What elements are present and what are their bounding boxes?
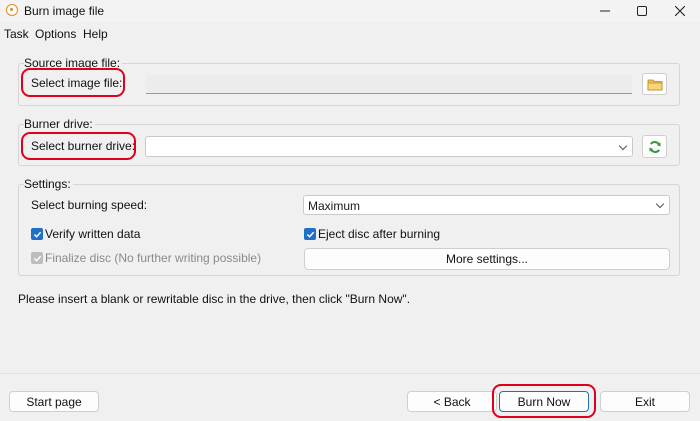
verify-label: Verify written data	[45, 227, 141, 241]
finalize-label: Finalize disc (No further writing possib…	[45, 251, 262, 265]
back-button[interactable]: < Back	[407, 391, 497, 412]
burning-speed-label: Select burning speed:	[31, 198, 148, 212]
annotation-highlight-burner	[21, 132, 136, 160]
refresh-button[interactable]	[642, 135, 667, 158]
browse-button[interactable]	[642, 73, 667, 95]
close-icon[interactable]	[660, 0, 700, 22]
settings-group-label: Settings:	[24, 177, 73, 191]
finalize-checkbox	[31, 252, 43, 264]
folder-icon	[647, 79, 662, 90]
burner-drive-select[interactable]	[145, 136, 633, 157]
annotation-highlight-burn	[492, 384, 596, 418]
app-disc-icon	[6, 4, 18, 16]
burning-speed-select[interactable]: Maximum	[303, 195, 670, 215]
chevron-down-icon	[618, 141, 628, 150]
speed-selected-value: Maximum	[308, 199, 361, 213]
status-message: Please insert a blank or rewritable disc…	[18, 292, 411, 306]
window-title: Burn image file	[24, 4, 105, 18]
chevron-down-icon	[655, 199, 665, 209]
burner-group-label: Burner drive:	[24, 117, 95, 131]
start-page-button[interactable]: Start page	[9, 391, 99, 412]
refresh-icon	[649, 140, 660, 153]
footer-divider	[0, 373, 700, 374]
checkmark-icon	[33, 231, 41, 238]
menu-options[interactable]: Options	[35, 27, 76, 41]
menu-task[interactable]: Task	[4, 27, 29, 41]
verify-checkbox[interactable]	[31, 228, 43, 240]
menu-help[interactable]: Help	[83, 27, 108, 41]
minimize-icon[interactable]	[585, 0, 625, 22]
checkmark-icon	[306, 231, 314, 238]
exit-button[interactable]: Exit	[600, 391, 690, 412]
maximize-icon[interactable]	[622, 0, 662, 22]
eject-checkbox[interactable]	[304, 228, 316, 240]
eject-label: Eject disc after burning	[318, 227, 441, 241]
checkmark-icon	[33, 255, 41, 262]
annotation-highlight-image	[21, 68, 125, 97]
more-settings-button[interactable]: More settings...	[304, 248, 670, 270]
image-path-field[interactable]	[146, 75, 632, 94]
